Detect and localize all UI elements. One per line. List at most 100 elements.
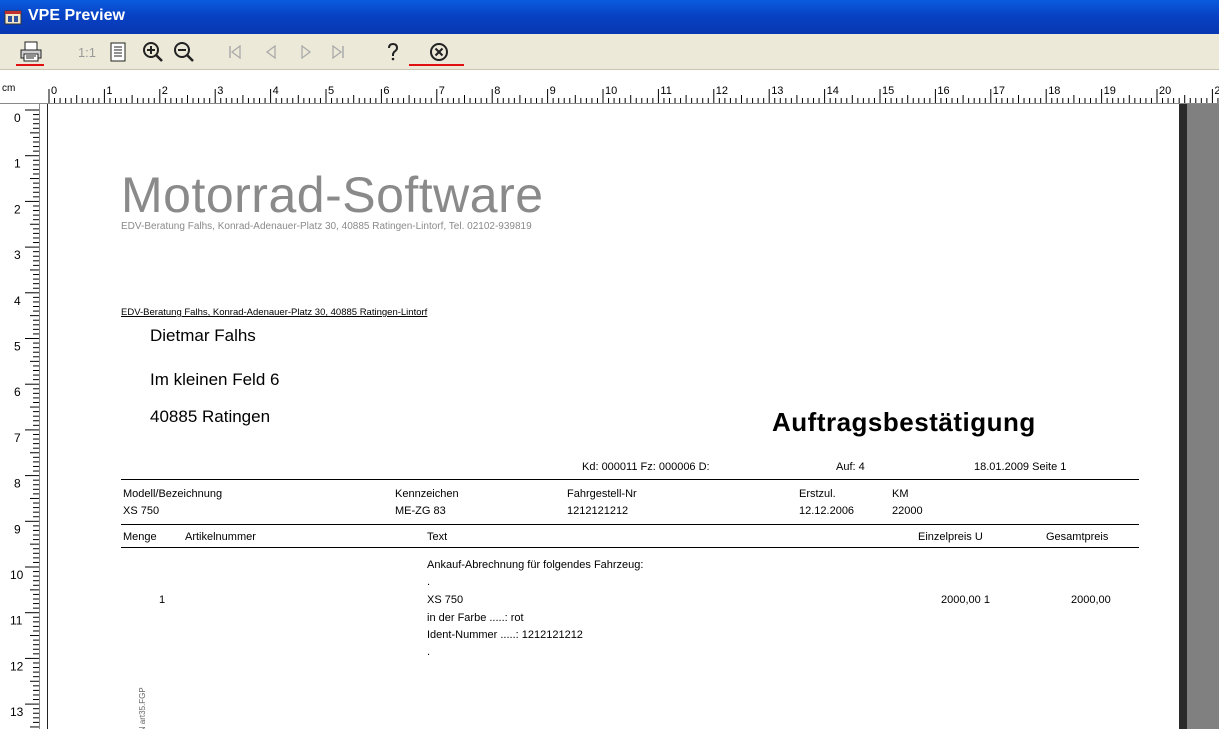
ruler-label: 20: [1159, 85, 1171, 97]
item-intro: Ankauf-Abrechnung für folgendes Fahrzeug…: [427, 559, 644, 571]
item-header-article: Artikelnummer: [185, 531, 256, 543]
item-qty: 1: [159, 594, 166, 606]
preview-background: [1187, 104, 1219, 729]
vehicle-header-km: KM: [892, 488, 909, 500]
vertical-ruler: 0 1 2 3 4 5 6 7 8 9 10 11 12 13: [0, 104, 40, 729]
ruler-label: 5: [328, 85, 334, 97]
toolbar: 1:1: [0, 34, 1219, 70]
ruler-label: 15: [882, 85, 894, 97]
print-underline: [16, 64, 44, 66]
ruler-label: 8: [494, 85, 500, 97]
ruler-label: 3: [217, 85, 223, 97]
ruler-label: 9: [550, 85, 556, 97]
ruler-label: 5: [14, 340, 21, 354]
item-text: XS 750: [427, 594, 464, 606]
item-dot-1: .: [427, 576, 431, 588]
ruler-label: 8: [14, 477, 21, 491]
app-icon: [4, 10, 22, 25]
item-line-color: in der Farbe .....: rot: [427, 612, 524, 624]
horizontal-ruler: cm 0123456789101112131415161718192021: [0, 70, 1219, 104]
page-shadow: [1179, 104, 1187, 729]
last-page-button[interactable]: [328, 39, 348, 65]
recipient-name: Dietmar Falhs: [150, 326, 256, 345]
help-button[interactable]: [384, 39, 402, 65]
recipient-street: Im kleinen Feld 6: [150, 370, 280, 389]
rule-3: [121, 547, 1139, 548]
company-logo: Motorrad-Software: [121, 167, 544, 223]
vertical-ruler-ticks: 012345678910111213: [10, 109, 39, 728]
next-page-button[interactable]: [297, 39, 315, 65]
document-page: Motorrad-Software EDV-Beratung Falhs, Ko…: [47, 104, 1179, 729]
ruler-label: 12: [10, 659, 24, 673]
close-underline: [409, 64, 464, 66]
ruler-label: 18: [1048, 85, 1060, 97]
first-page-icon: [229, 44, 241, 60]
ruler-label: 0: [51, 85, 57, 97]
zoom-1-1-button[interactable]: 1:1: [76, 39, 98, 65]
rule-1: [121, 479, 1139, 480]
vehicle-plate: ME-ZG 83: [395, 505, 446, 517]
vehicle-header-registered: Erstzul.: [799, 488, 836, 500]
full-page-button[interactable]: [107, 39, 129, 65]
vehicle-header-model: Modell/Bezeichnung: [123, 488, 223, 500]
close-preview-button[interactable]: [426, 39, 452, 65]
ruler-label: 19: [1104, 85, 1116, 97]
document-heading: Auftragsbestätigung: [772, 407, 1036, 437]
ruler-label: 4: [273, 85, 279, 97]
close-circle-icon: [430, 43, 448, 61]
ruler-label: 13: [10, 705, 24, 719]
ruler-label: 4: [14, 294, 21, 308]
ruler-label: 6: [14, 385, 21, 399]
ruler-label: 17: [993, 85, 1005, 97]
vehicle-km: 22000: [892, 505, 923, 517]
meta-kd: Kd: 000011 Fz: 000006 D:: [582, 461, 710, 473]
page-icon: [110, 42, 126, 62]
rule-2: [121, 524, 1139, 525]
ruler-label: 9: [14, 522, 21, 536]
meta-auf: Auf: 4: [836, 461, 865, 473]
ruler-label: 10: [605, 85, 617, 97]
ruler-label: 12: [716, 85, 728, 97]
zoom-out-button[interactable]: [172, 39, 196, 65]
recipient-city: 40885 Ratingen: [150, 407, 271, 426]
vehicle-chassis: 1212121212: [567, 505, 629, 517]
side-footer: 1A/WIN art35.FGP: [138, 687, 147, 729]
vehicle-registered: 12.12.2006: [799, 505, 855, 517]
ruler-label: 3: [14, 248, 21, 262]
ruler-label: 10: [10, 568, 24, 582]
ruler-label: 2: [162, 85, 168, 97]
vehicle-header-plate: Kennzeichen: [395, 488, 459, 500]
ruler-label: 7: [439, 85, 445, 97]
ruler-label: 2: [14, 202, 21, 216]
print-button[interactable]: [18, 39, 44, 65]
meta-date-page: 18.01.2009 Seite 1: [974, 461, 1067, 473]
horizontal-ruler-ticks: 0123456789101112131415161718192021: [48, 85, 1219, 103]
sender-line: EDV-Beratung Falhs, Konrad-Adenauer-Plat…: [121, 307, 428, 318]
first-page-button[interactable]: [225, 39, 245, 65]
ruler-label: 16: [937, 85, 949, 97]
zoom-in-button[interactable]: [141, 39, 165, 65]
prev-page-button[interactable]: [262, 39, 280, 65]
zoom-in-icon: [143, 42, 163, 62]
item-header-text: Text: [427, 531, 448, 543]
title-bar: VPE Preview: [0, 0, 1219, 34]
item-header-unit-price: Einzelpreis U: [918, 531, 983, 543]
next-page-icon: [301, 44, 312, 60]
ruler-label: 0: [14, 111, 21, 125]
item-header-total: Gesamtpreis: [1046, 531, 1109, 543]
item-header-qty: Menge: [123, 531, 157, 543]
item-total: 2000,00: [1071, 594, 1111, 606]
vehicle-model: XS 750: [123, 505, 160, 517]
ruler-label: 1: [14, 157, 21, 171]
ruler-label: 11: [10, 614, 23, 628]
logo-subtitle: EDV-Beratung Falhs, Konrad-Adenauer-Plat…: [121, 221, 532, 232]
item-dot-2: .: [427, 646, 431, 658]
printer-icon: [20, 41, 42, 62]
zoom-out-icon: [174, 42, 194, 62]
zoom-1-1-label: 1:1: [77, 44, 97, 60]
help-icon: [388, 42, 399, 61]
vehicle-header-chassis: Fahrgestell-Nr: [567, 488, 637, 500]
ruler-label: 21: [1214, 85, 1219, 97]
ruler-label: 7: [14, 431, 21, 445]
ruler-label: 1: [106, 85, 112, 97]
